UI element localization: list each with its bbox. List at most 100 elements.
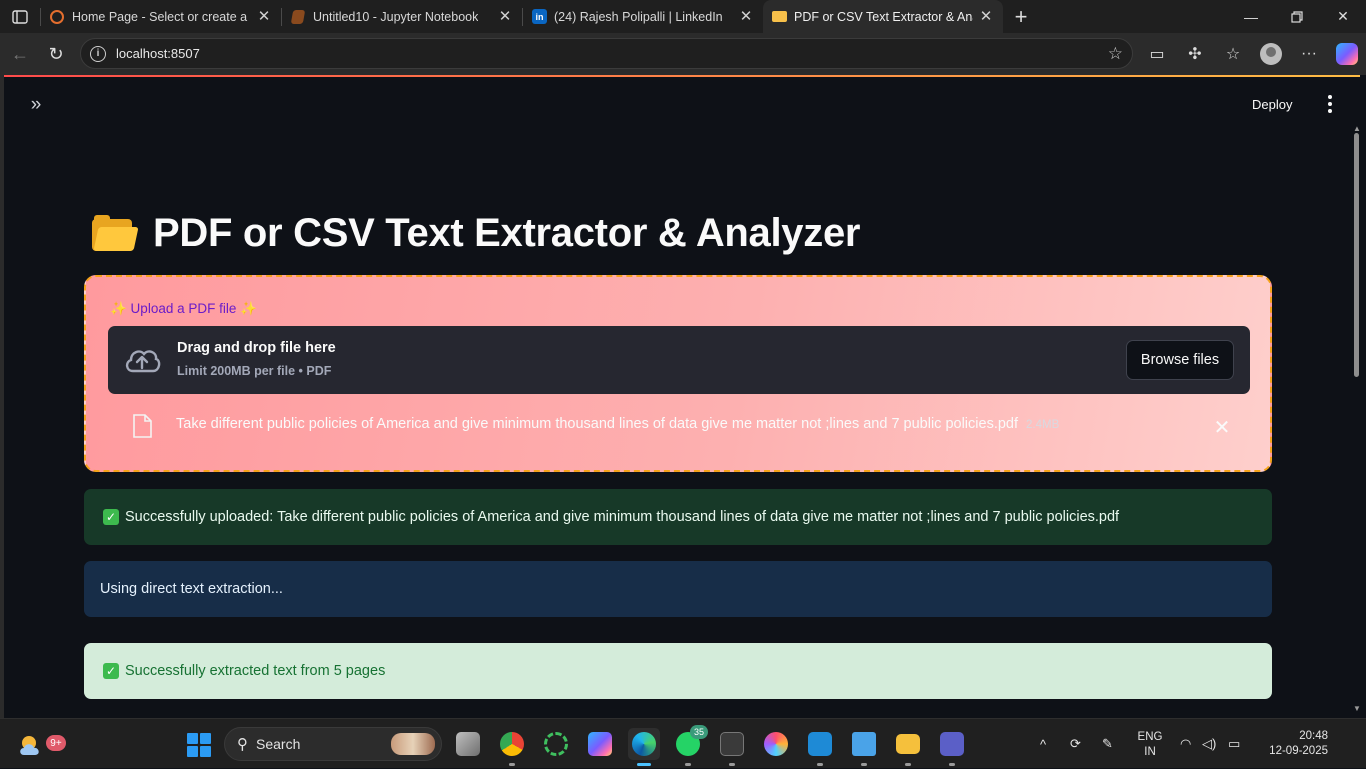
running-indicator	[685, 763, 691, 766]
url-text[interactable]: localhost:8507	[116, 46, 200, 61]
color-wheel-icon	[764, 732, 788, 756]
close-window-button[interactable]: ✕	[1320, 0, 1366, 33]
arrow-left-icon: ←	[11, 43, 29, 64]
teams-icon	[940, 732, 964, 756]
file-explorer-app[interactable]	[892, 728, 924, 766]
scroll-up-arrow[interactable]: ▲	[1352, 125, 1362, 133]
browser-tab-active[interactable]: PDF or CSV Text Extractor & Analy ✕	[763, 0, 1003, 33]
dropzone[interactable]: Drag and drop file here Limit 200MB per …	[108, 326, 1250, 394]
copilot-button[interactable]	[1328, 33, 1366, 75]
battery-status[interactable]: ▭	[1228, 719, 1240, 769]
reload-button[interactable]: ↻	[38, 36, 74, 72]
close-icon: ✕	[1337, 8, 1349, 24]
scroll-down-arrow[interactable]: ▼	[1352, 705, 1362, 713]
running-indicator	[509, 763, 515, 766]
favorite-star-icon[interactable]: ☆	[1108, 44, 1123, 64]
language-indicator[interactable]: ENG IN	[1136, 730, 1164, 760]
show-hidden-icons-button[interactable]: ^	[1040, 719, 1046, 769]
toolbar-actions: ▭ ✣ ☆ ···	[1138, 33, 1366, 75]
back-button[interactable]: ←	[2, 36, 38, 72]
taskbar-search[interactable]: ⚲ Search	[224, 727, 442, 761]
new-tab-button[interactable]: +	[1003, 0, 1039, 33]
vscode-icon	[808, 732, 832, 756]
taskbar: 9+ ⚲ Search 35 ^ ⟳ ✎ ENG IN ◠ ◁) ▭ 20:48…	[0, 718, 1366, 768]
edge-app[interactable]	[628, 728, 660, 766]
browser-tab-bar: Home Page - Select or create a no ✕ Unti…	[0, 0, 1366, 33]
window-controls: — ✕	[1228, 0, 1366, 33]
sync-status[interactable]: ⟳	[1070, 719, 1081, 769]
notepad-app[interactable]	[848, 728, 880, 766]
more-horizontal-icon: ···	[1301, 45, 1317, 62]
ring-app-icon	[544, 732, 568, 756]
scrollbar-thumb[interactable]	[1354, 133, 1359, 377]
running-indicator	[861, 763, 867, 766]
address-bar[interactable]: i localhost:8507 ☆	[80, 38, 1133, 69]
task-view-icon	[456, 732, 480, 756]
folder-icon	[772, 11, 787, 22]
copilot-icon	[588, 732, 612, 756]
tab-title: Untitled10 - Jupyter Notebook	[313, 9, 479, 24]
site-info-icon[interactable]: i	[90, 45, 106, 62]
main-menu-button[interactable]	[1320, 93, 1340, 115]
chrome-app[interactable]	[496, 728, 528, 766]
browser-tab-linkedin[interactable]: in (24) Rajesh Polipalli | LinkedIn ✕	[523, 0, 763, 33]
running-indicator	[729, 763, 735, 766]
task-view-button[interactable]	[452, 728, 484, 760]
language-line1: ENG	[1137, 731, 1163, 743]
avatar	[1260, 43, 1282, 65]
deploy-button[interactable]: Deploy	[1252, 93, 1292, 115]
mic-status[interactable]: ✎	[1102, 719, 1113, 769]
tab-title: (24) Rajesh Polipalli | LinkedIn	[554, 9, 723, 24]
terminal-app[interactable]	[716, 728, 748, 766]
remove-file-button[interactable]: ✕	[1210, 415, 1234, 439]
alert-text: Using direct text extraction...	[100, 581, 283, 597]
start-icon	[187, 733, 198, 744]
vscode-app[interactable]	[804, 728, 836, 766]
alert-text: Successfully extracted text from 5 pages	[125, 663, 386, 679]
teams-app[interactable]	[936, 728, 968, 766]
file-explorer-icon	[896, 734, 920, 754]
start-button[interactable]	[187, 733, 211, 757]
language-line2: IN	[1144, 746, 1156, 758]
uploaded-file-name: Take different public policies of Americ…	[176, 416, 1059, 432]
expand-sidebar-button[interactable]: »	[24, 93, 48, 117]
tab-close-icon[interactable]: ✕	[496, 7, 514, 25]
wifi-status[interactable]: ◠	[1180, 719, 1191, 769]
jupyter-home-icon	[50, 10, 64, 24]
tab-close-icon[interactable]: ✕	[977, 7, 995, 25]
cloud-upload-icon	[125, 350, 161, 373]
weather-widget[interactable]: 9+	[18, 729, 66, 759]
file-size: 2.4MB	[1026, 419, 1060, 431]
restore-button[interactable]	[1274, 0, 1320, 33]
browser-tab-jupyter[interactable]: Untitled10 - Jupyter Notebook ✕	[282, 0, 522, 33]
clock[interactable]: 20:48 12-09-2025	[1258, 729, 1328, 759]
photos-app[interactable]	[760, 728, 792, 760]
page-title-text: PDF or CSV Text Extractor & Analyzer	[153, 210, 861, 255]
tab-close-icon[interactable]: ✕	[737, 7, 755, 25]
copilot-app[interactable]	[584, 728, 616, 760]
media-button[interactable]: ▭	[1138, 33, 1176, 75]
browse-files-button[interactable]: Browse files	[1126, 340, 1234, 380]
tab-actions-button[interactable]	[0, 0, 40, 33]
linkedin-icon: in	[532, 9, 547, 24]
plus-icon: +	[1014, 3, 1028, 29]
jupyter-notebook-icon	[290, 10, 306, 24]
terminal-icon	[720, 732, 744, 756]
upload-success-alert: ✓ Successfully uploaded: Take different …	[84, 489, 1272, 545]
browser-tab-home[interactable]: Home Page - Select or create a no ✕	[41, 0, 281, 33]
tab-close-icon[interactable]: ✕	[255, 7, 273, 25]
close-icon: ✕	[1213, 416, 1231, 439]
minimize-button[interactable]: —	[1228, 0, 1274, 33]
favorites-button[interactable]: ☆	[1214, 33, 1252, 75]
speaker-icon: ◁)	[1202, 736, 1217, 751]
copilot-icon	[1336, 43, 1358, 65]
whatsapp-app[interactable]: 35	[672, 725, 708, 766]
dot	[1328, 109, 1332, 113]
reload-icon: ↻	[48, 43, 64, 64]
app-ring[interactable]	[540, 728, 572, 760]
profile-button[interactable]	[1252, 33, 1290, 75]
tab-title: Home Page - Select or create a no	[72, 9, 251, 24]
settings-more-button[interactable]: ···	[1290, 33, 1328, 75]
extensions-button[interactable]: ✣	[1176, 33, 1214, 75]
volume-status[interactable]: ◁)	[1202, 719, 1216, 769]
